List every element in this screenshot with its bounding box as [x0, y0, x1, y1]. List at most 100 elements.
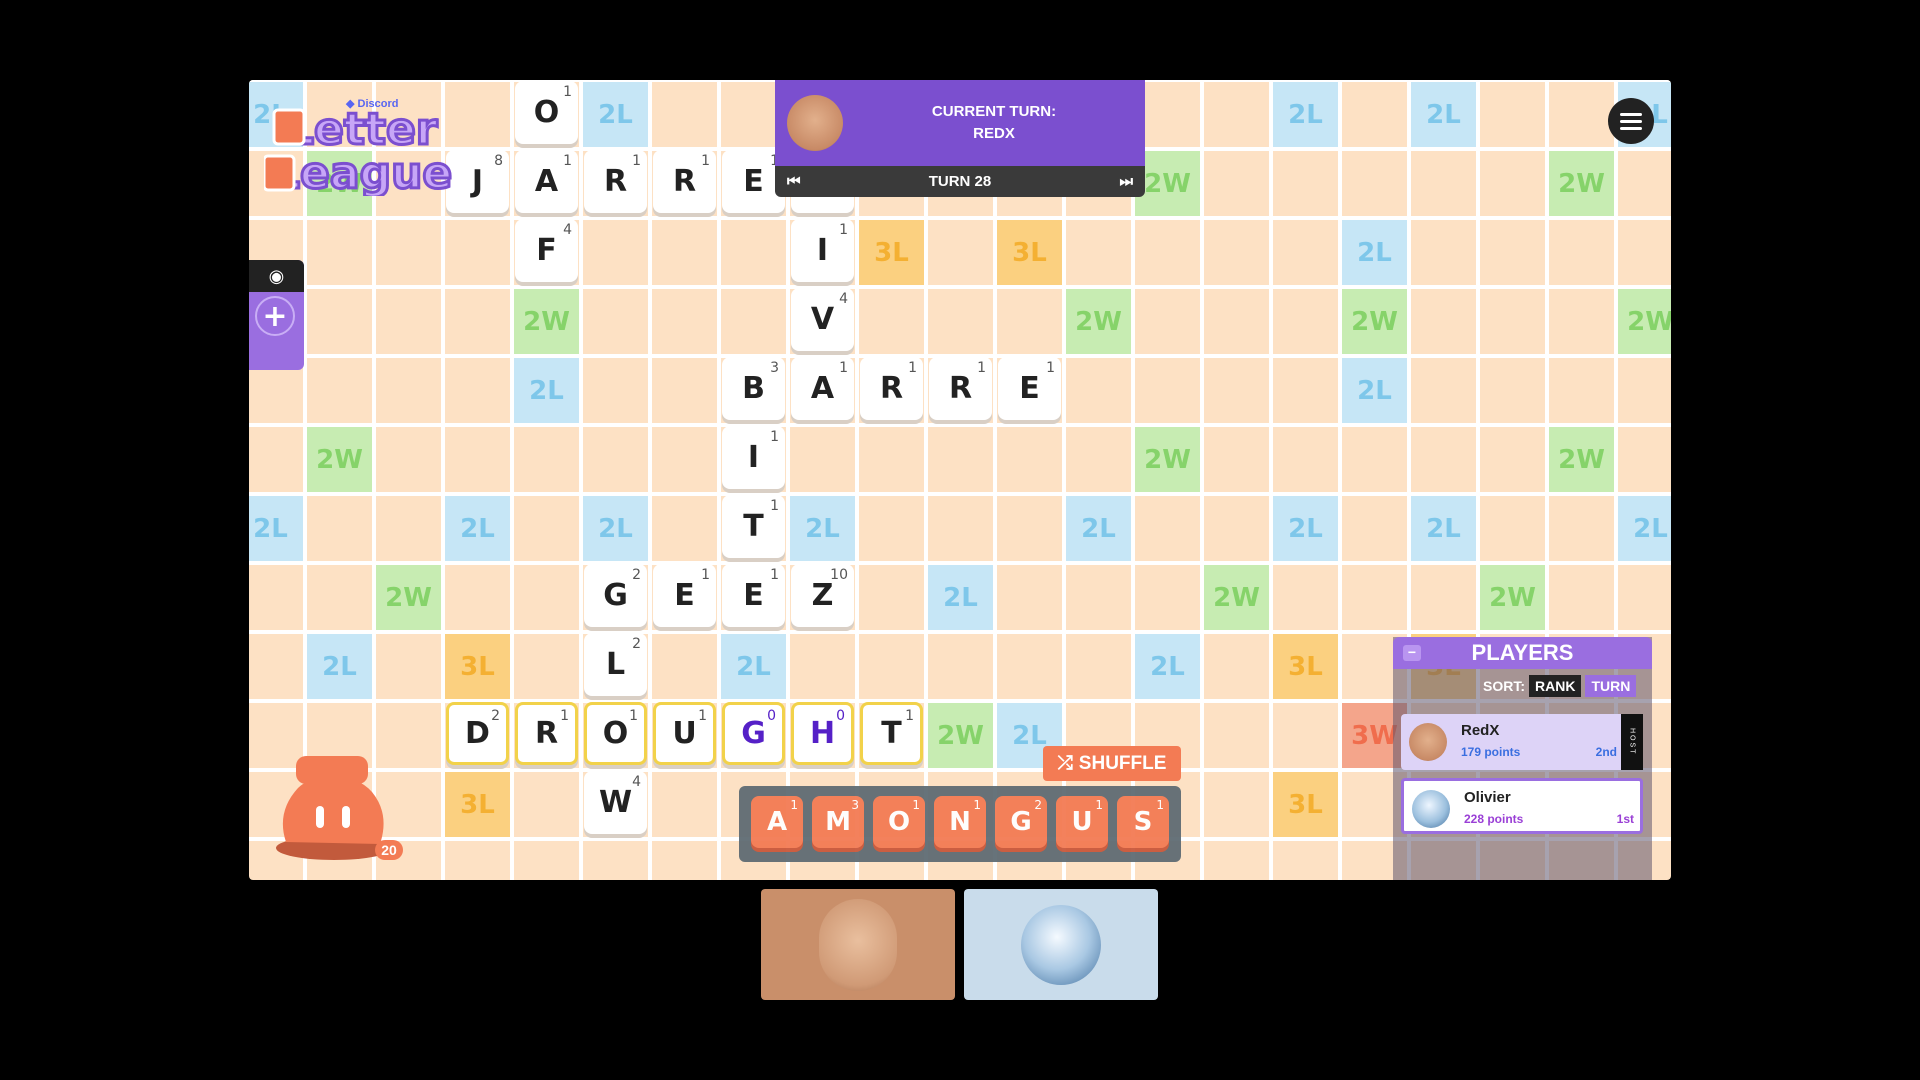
side-panel: ◉ + — [249, 260, 304, 370]
hamburger-menu-icon[interactable] — [1608, 98, 1654, 144]
plus-icon[interactable]: + — [255, 296, 295, 336]
letter-rack: A1M3O1N1G2U1S1 — [739, 786, 1181, 862]
premium-square-3l[interactable]: 3L — [997, 220, 1062, 285]
tile-points: 1 — [563, 84, 572, 100]
premium-square-2w[interactable]: 2W — [1480, 565, 1545, 630]
eye-icon[interactable]: ◉ — [249, 260, 304, 292]
board-tile: W4 — [584, 771, 647, 834]
tile-points: 1 — [908, 360, 917, 376]
premium-square-3l[interactable]: 3L — [1273, 634, 1338, 699]
premium-square-2l[interactable]: 2L — [1411, 496, 1476, 561]
player-rank: 1st — [1616, 812, 1634, 826]
premium-square-2l[interactable]: 2L — [1618, 496, 1671, 561]
player-card[interactable]: RedX 179 points 2nd HOST — [1401, 714, 1643, 770]
brand-text: Discord — [357, 98, 399, 110]
tile-points: 4 — [563, 222, 572, 238]
players-title: PLAYERS — [1471, 640, 1574, 665]
rack-tile-points: 1 — [1156, 798, 1164, 812]
premium-square-2l[interactable]: 2L — [928, 565, 993, 630]
rack-tile-letter: M — [825, 807, 851, 837]
premium-square-2l[interactable]: 2L — [1411, 82, 1476, 147]
grid-line — [579, 80, 583, 880]
premium-square-2w[interactable]: 2W — [1618, 289, 1671, 354]
board-tile[interactable]: D2 — [446, 702, 509, 765]
grid-line — [786, 80, 790, 880]
tile-points: 1 — [839, 360, 848, 376]
turn-text: CURRENT TURN: REDX — [843, 101, 1145, 145]
board-tile[interactable]: U1 — [653, 702, 716, 765]
grid-line — [648, 80, 652, 880]
tile-letter: A — [534, 164, 559, 199]
rack-tile[interactable]: M3 — [812, 796, 864, 848]
premium-square-2l[interactable]: 2L — [1066, 496, 1131, 561]
player-card[interactable]: Olivier 228 points 1st — [1401, 778, 1643, 834]
skip-forward-icon[interactable]: ⏭ — [1119, 173, 1133, 190]
premium-square-2l[interactable]: 2L — [307, 634, 372, 699]
rack-tile-letter: G — [1010, 807, 1032, 837]
tile-letter: R — [948, 371, 973, 406]
premium-square-2w[interactable]: 2W — [1342, 289, 1407, 354]
board-tile[interactable]: R1 — [515, 702, 578, 765]
rack-tile-letter: N — [949, 807, 971, 837]
grid-line — [510, 80, 514, 880]
premium-square-2l[interactable]: 2L — [1135, 634, 1200, 699]
tile-points: 4 — [632, 774, 641, 790]
premium-square-2w[interactable]: 2W — [1135, 427, 1200, 492]
rack-tile-points: 1 — [973, 798, 981, 812]
premium-square-2w[interactable]: 2W — [376, 565, 441, 630]
premium-square-2l[interactable]: 2L — [249, 496, 303, 561]
premium-square-2l[interactable]: 2L — [1273, 496, 1338, 561]
premium-square-2w[interactable]: 2W — [307, 427, 372, 492]
tile-points: 0 — [836, 708, 845, 724]
board-tile[interactable]: O1 — [584, 702, 647, 765]
tile-letter: D — [465, 716, 490, 751]
skip-back-icon[interactable]: ⏮ — [787, 173, 801, 190]
board-tile[interactable]: G0 — [722, 702, 785, 765]
premium-square-2w[interactable]: 2W — [1066, 289, 1131, 354]
premium-square-2w[interactable]: 2W — [1204, 565, 1269, 630]
premium-square-2w[interactable]: 2W — [1549, 151, 1614, 216]
premium-square-2l[interactable]: 2L — [583, 496, 648, 561]
premium-square-2l[interactable]: 2L — [721, 634, 786, 699]
tile-letter: G — [603, 578, 628, 613]
player-name: RedX — [1461, 722, 1500, 739]
premium-square-3l[interactable]: 3L — [445, 634, 510, 699]
premium-square-2w[interactable]: 2W — [514, 289, 579, 354]
sort-rank-button[interactable]: RANK — [1529, 675, 1582, 697]
rack-tile[interactable]: S1 — [1117, 796, 1169, 848]
rack-tile-points: 2 — [1034, 798, 1042, 812]
board-tile[interactable]: T1 — [860, 702, 923, 765]
rack-tile[interactable]: G2 — [995, 796, 1047, 848]
rack-tile[interactable]: O1 — [873, 796, 925, 848]
premium-square-2l[interactable]: 2L — [790, 496, 855, 561]
tile-points: 1 — [563, 153, 572, 169]
tile-letter: I — [747, 440, 760, 475]
premium-square-2w[interactable]: 2W — [1549, 427, 1614, 492]
shuffle-button[interactable]: ⤮ SHUFFLE — [1043, 746, 1181, 781]
collapse-icon[interactable]: − — [1403, 645, 1421, 661]
rack-tile-letter: S — [1133, 807, 1153, 837]
grid-line — [1200, 80, 1204, 880]
rack-tile[interactable]: U1 — [1056, 796, 1108, 848]
premium-square-3l[interactable]: 3L — [1273, 772, 1338, 837]
rack-tile[interactable]: N1 — [934, 796, 986, 848]
premium-square-3l[interactable]: 3L — [445, 772, 510, 837]
premium-square-2l[interactable]: 2L — [514, 358, 579, 423]
board-tile: V4 — [791, 288, 854, 351]
premium-square-2l[interactable]: 2L — [1342, 358, 1407, 423]
player-face — [819, 898, 897, 991]
premium-square-2w[interactable]: 2W — [928, 703, 993, 768]
tile-points: 0 — [767, 708, 776, 724]
tile-letter: O — [602, 716, 629, 751]
player-avatar — [1412, 790, 1450, 828]
tile-letter: A — [810, 371, 835, 406]
rack-tile-letter: O — [887, 807, 911, 837]
premium-square-3l[interactable]: 3L — [859, 220, 924, 285]
board-tile[interactable]: H0 — [791, 702, 854, 765]
sort-turn-button[interactable]: TURN — [1585, 675, 1637, 697]
premium-square-2l[interactable]: 2L — [583, 82, 648, 147]
premium-square-2l[interactable]: 2L — [1342, 220, 1407, 285]
rack-tile[interactable]: A1 — [751, 796, 803, 848]
premium-square-2l[interactable]: 2L — [445, 496, 510, 561]
premium-square-2l[interactable]: 2L — [1273, 82, 1338, 147]
